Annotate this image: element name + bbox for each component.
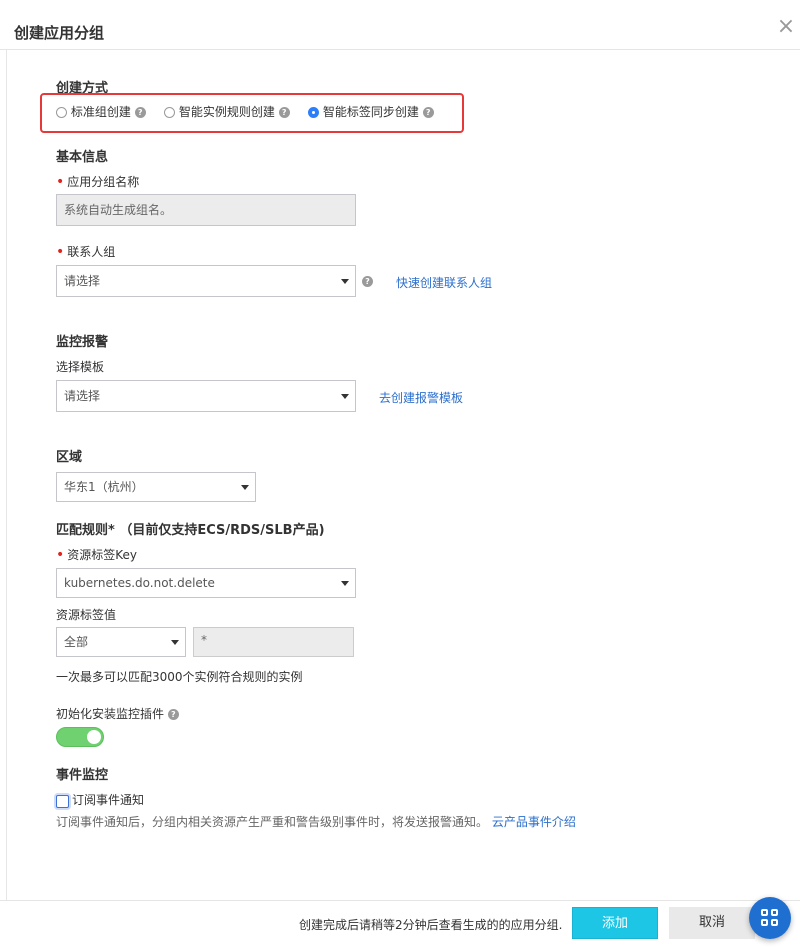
tag-value-label: 资源标签值 (56, 608, 117, 622)
quick-create-contact-link[interactable]: 快速创建联系人组 (396, 274, 492, 291)
toggle-knob (87, 730, 101, 744)
dialog-header (0, 0, 800, 50)
chevron-down-icon (341, 581, 349, 586)
radio-standard-group[interactable]: 标准组创建 ? (56, 103, 146, 120)
select-value: 请选择 (64, 389, 101, 403)
basic-info-heading: 基本信息 (56, 150, 109, 165)
dialog-left-border (6, 50, 7, 900)
footer-note: 创建完成后请稍等2分钟后查看生成的的应用分组. (299, 918, 563, 932)
region-select[interactable]: 华东1（杭州） (56, 472, 256, 502)
plugin-toggle[interactable] (56, 727, 104, 747)
tag-value-input: * (193, 627, 354, 657)
radio-label: 智能实例规则创建 (178, 105, 275, 119)
limit-note: 一次最多可以匹配3000个实例符合规则的实例 (56, 670, 303, 684)
dialog-title: 创建应用分组 (14, 24, 105, 42)
tag-key-select[interactable]: kubernetes.do.not.delete (56, 568, 356, 598)
select-value: 华东1（杭州） (64, 480, 144, 494)
event-intro-link[interactable]: 云产品事件介绍 (492, 815, 576, 829)
subscribe-label: 订阅事件通知 (72, 793, 145, 807)
radio-smart-tag-sync[interactable]: 智能标签同步创建 ? (308, 103, 434, 120)
close-icon[interactable]: × (776, 16, 796, 38)
group-name-input: 系统自动生成组名。 (56, 194, 356, 226)
plugin-label-row: 初始化安装监控插件 ? (56, 705, 179, 722)
contact-group-select[interactable]: 请选择 (56, 265, 356, 297)
radio-icon[interactable] (164, 107, 175, 118)
tag-key-label: 资源标签Key (56, 546, 137, 563)
select-value: 全部 (64, 635, 89, 649)
event-description-row: 订阅事件通知后，分组内相关资源产生严重和警告级别事件时，将发送报警通知。 云产品… (56, 813, 576, 830)
select-value: 请选择 (64, 274, 101, 288)
radio-label: 标准组创建 (70, 105, 131, 119)
help-icon[interactable]: ? (422, 107, 434, 118)
tag-value-mode-select[interactable]: 全部 (56, 627, 186, 657)
plugin-label: 初始化安装监控插件 (56, 707, 165, 721)
radio-icon[interactable] (56, 107, 67, 118)
template-label: 选择模板 (56, 360, 105, 374)
apps-grid-icon[interactable] (749, 897, 791, 939)
radio-label: 智能标签同步创建 (322, 105, 419, 119)
radio-smart-instance-rule[interactable]: 智能实例规则创建 ? (164, 103, 290, 120)
alarm-heading: 监控报警 (56, 335, 109, 350)
cancel-button[interactable]: 取消 (669, 907, 755, 939)
help-icon[interactable]: ? (134, 107, 146, 118)
subscribe-checkbox[interactable] (56, 795, 69, 808)
event-description: 订阅事件通知后，分组内相关资源产生严重和警告级别事件时，将发送报警通知。 (56, 815, 489, 829)
radio-selected-icon[interactable] (308, 107, 319, 118)
contact-group-label: 联系人组 (56, 243, 115, 260)
select-value: kubernetes.do.not.delete (64, 576, 215, 590)
help-icon[interactable]: ? (362, 276, 373, 287)
chevron-down-icon (241, 485, 249, 490)
add-button[interactable]: 添加 (572, 907, 658, 939)
group-name-label: 应用分组名称 (56, 173, 139, 190)
chevron-down-icon (171, 640, 179, 645)
event-heading: 事件监控 (56, 768, 109, 783)
help-icon[interactable]: ? (278, 107, 290, 118)
match-rules-heading: 匹配规则* （目前仅支持ECS/RDS/SLB产品) (56, 523, 325, 538)
create-template-link[interactable]: 去创建报警模板 (379, 389, 463, 406)
chevron-down-icon (341, 394, 349, 399)
chevron-down-icon (341, 279, 349, 284)
region-heading: 区域 (56, 450, 83, 465)
help-icon[interactable]: ? (167, 709, 179, 720)
template-select[interactable]: 请选择 (56, 380, 356, 412)
